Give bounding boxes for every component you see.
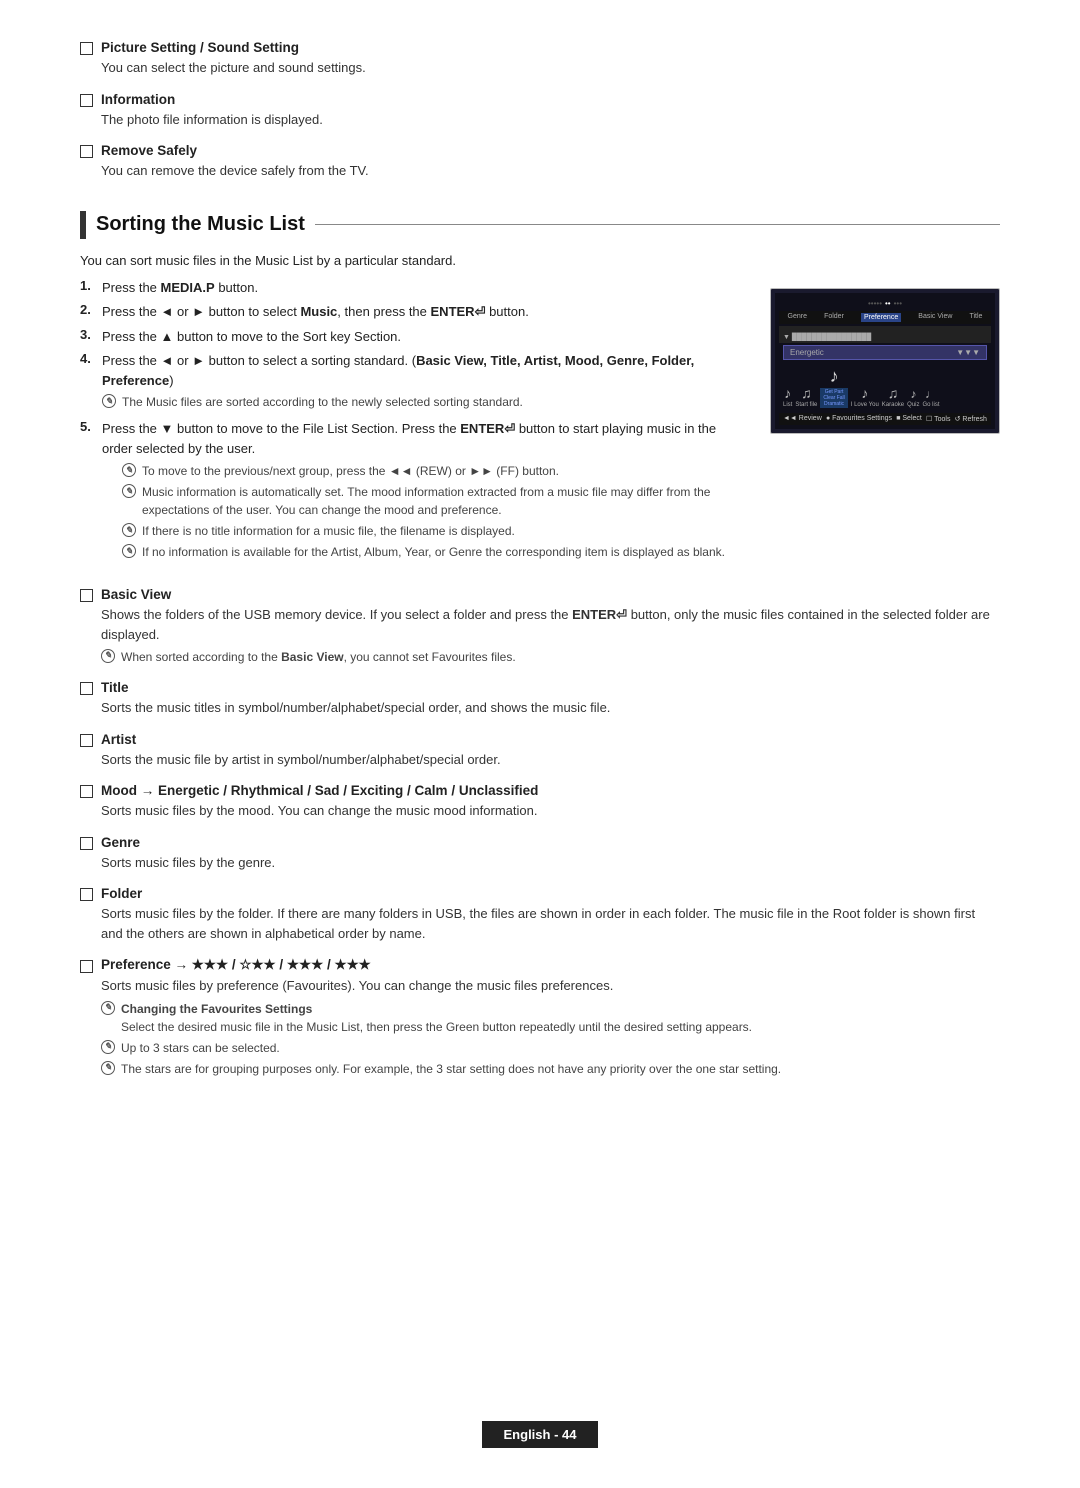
screen-dots: ••••• •• ••• xyxy=(779,297,991,311)
checkbox-icon-mood xyxy=(80,785,93,798)
subsection-mood: Mood → Energetic / Rhythmical / Sad / Ex… xyxy=(80,783,1000,821)
preference-title: Preference → ★★★ / ☆★★ / ★★★ / ★★★ xyxy=(80,957,1000,973)
basic-view-title: Basic View xyxy=(80,587,1000,602)
screen-footer: ◄◄ Review ● Favourites Settings ■ Select… xyxy=(779,413,991,425)
pref-note-3: ✎ The stars are for grouping purposes on… xyxy=(101,1060,1000,1078)
screen-dropdown: Energetic ▼▼▼ xyxy=(783,345,987,360)
screenshot-box: ••••• •• ••• Genre Folder Preference Bas… xyxy=(770,288,1000,434)
screen-inner: ••••• •• ••• Genre Folder Preference Bas… xyxy=(775,293,995,429)
note-icon: ✎ xyxy=(101,1061,115,1075)
mood-title: Mood → Energetic / Rhythmical / Sad / Ex… xyxy=(80,783,1000,798)
step-5-note-2: ✎ Music information is automatically set… xyxy=(122,483,750,519)
folder-body: Sorts music files by the folder. If ther… xyxy=(101,904,1000,943)
checkbox-icon-folder xyxy=(80,888,93,901)
subsection-folder: Folder Sorts music files by the folder. … xyxy=(80,886,1000,943)
numbered-list: 1. Press the MEDIA.P button. 2. Press th… xyxy=(80,278,750,565)
mood-body: Sorts music files by the mood. You can c… xyxy=(101,801,1000,821)
picture-setting-title: Picture Setting / Sound Setting xyxy=(80,40,1000,55)
subsection-basic-view: Basic View Shows the folders of the USB … xyxy=(80,587,1000,666)
step-1: 1. Press the MEDIA.P button. xyxy=(80,278,750,298)
step-2: 2. Press the ◄ or ► button to select Mus… xyxy=(80,302,750,322)
basic-view-note: ✎ When sorted according to the Basic Vie… xyxy=(101,648,1000,666)
title-body: Sorts the music titles in symbol/number/… xyxy=(101,698,1000,718)
step-5-note-4: ✎ If no information is available for the… xyxy=(122,543,750,561)
picture-setting-body: You can select the picture and sound set… xyxy=(101,58,1000,78)
note-icon: ✎ xyxy=(122,544,136,558)
note-icon: ✎ xyxy=(101,1040,115,1054)
artist-body: Sorts the music file by artist in symbol… xyxy=(101,750,1000,770)
checkbox-icon-preference xyxy=(80,960,93,973)
checkbox-icon-picture xyxy=(80,42,93,55)
information-title: Information xyxy=(80,92,1000,107)
step-5: 5. Press the ▼ button to move to the Fil… xyxy=(80,419,750,564)
title-section-title: Title xyxy=(80,680,1000,695)
step-5-note-1: ✎ To move to the previous/next group, pr… xyxy=(122,462,750,480)
note-icon: ✎ xyxy=(122,463,136,477)
folder-title: Folder xyxy=(80,886,1000,901)
main-section-header: Sorting the Music List xyxy=(80,211,1000,239)
page-footer: English - 44 xyxy=(0,1421,1080,1448)
note-icon: ✎ xyxy=(122,484,136,498)
remove-safely-body: You can remove the device safely from th… xyxy=(101,161,1000,181)
checkbox-icon-basic-view xyxy=(80,589,93,602)
screen-tabs: Genre Folder Preference Basic View Title xyxy=(779,311,991,324)
genre-body: Sorts music files by the genre. xyxy=(101,853,1000,873)
checkbox-icon-title xyxy=(80,682,93,695)
subsection-title: Title Sorts the music titles in symbol/n… xyxy=(80,680,1000,718)
checkbox-icon-information xyxy=(80,94,93,107)
note-icon: ✎ xyxy=(122,523,136,537)
section-rule xyxy=(315,224,1000,225)
footer-label: English - 44 xyxy=(482,1421,599,1448)
artist-title: Artist xyxy=(80,732,1000,747)
basic-view-body: Shows the folders of the USB memory devi… xyxy=(101,605,1000,666)
checkbox-icon-remove xyxy=(80,145,93,158)
checkbox-icon-artist xyxy=(80,734,93,747)
checkbox-icon-genre xyxy=(80,837,93,850)
preference-body: Sorts music files by preference (Favouri… xyxy=(101,976,1000,1078)
subsection-genre: Genre Sorts music files by the genre. xyxy=(80,835,1000,873)
remove-safely-title: Remove Safely xyxy=(80,143,1000,158)
note-icon: ✎ xyxy=(102,394,116,408)
step-4-note: ✎ The Music files are sorted according t… xyxy=(102,393,750,411)
section-bar xyxy=(80,211,86,239)
genre-title: Genre xyxy=(80,835,1000,850)
step-5-note-3: ✎ If there is no title information for a… xyxy=(122,522,750,540)
step-4: 4. Press the ◄ or ► button to select a s… xyxy=(80,351,750,414)
subsection-artist: Artist Sorts the music file by artist in… xyxy=(80,732,1000,770)
subsection-preference: Preference → ★★★ / ☆★★ / ★★★ / ★★★ Sorts… xyxy=(80,957,1000,1078)
pref-note-1: ✎ Changing the Favourites Settings Selec… xyxy=(101,1000,1000,1036)
information-body: The photo file information is displayed. xyxy=(101,110,1000,130)
screen-music-row: ♪ List ♫ Start file ♪ Get Part Clear Fal… xyxy=(779,362,991,410)
note-icon: ✎ xyxy=(101,649,115,663)
pref-note-2: ✎ Up to 3 stars can be selected. xyxy=(101,1039,1000,1057)
screen-searchbar: ▼ ████████████████ xyxy=(779,326,991,343)
step-3: 3. Press the ▲ button to move to the Sor… xyxy=(80,327,750,347)
main-section-title: Sorting the Music List xyxy=(96,213,305,236)
note-icon: ✎ xyxy=(101,1001,115,1015)
main-intro: You can sort music files in the Music Li… xyxy=(80,253,1000,268)
